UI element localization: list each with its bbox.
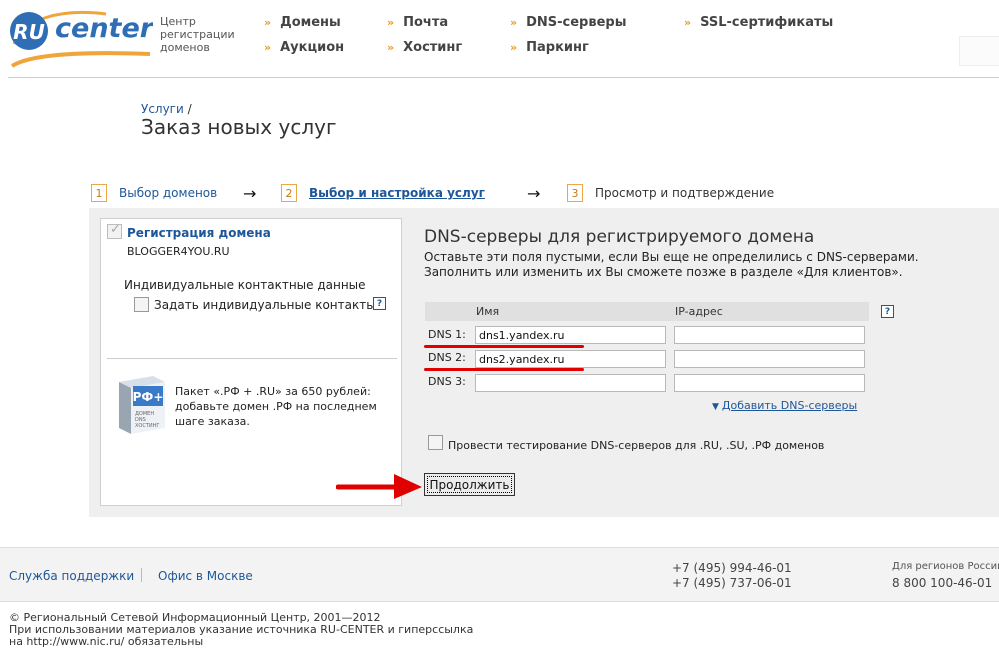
footer-support-link[interactable]: Служба поддержки: [9, 569, 134, 583]
breadcrumb-separator: /: [187, 102, 192, 116]
dns-section-title: DNS-серверы для регистрируемого домена: [424, 227, 815, 247]
ru-center-logo[interactable]: RU center: [8, 4, 153, 68]
domain-registration-title: Регистрация домена: [127, 226, 271, 240]
footer-moscow-office-link[interactable]: Офис в Москве: [158, 569, 253, 583]
dns2-label: DNS 2:: [428, 351, 466, 364]
dns2-ip-input[interactable]: [674, 350, 865, 368]
dns3-ip-input[interactable]: [674, 374, 865, 392]
footer-phone-2: +7 (495) 737-06-01: [672, 576, 792, 590]
add-dns-servers-link[interactable]: ▼ Добавить DNS-серверы: [712, 399, 857, 412]
continue-button[interactable]: Продолжить: [424, 473, 515, 496]
logo-ru-text: RU: [13, 20, 45, 44]
copyright: © Региональный Сетевой Информационный Це…: [9, 611, 474, 648]
step-arrow-icon: →: [527, 184, 541, 203]
dns-test-checkbox[interactable]: [428, 435, 443, 450]
dns1-name-input[interactable]: [475, 326, 666, 344]
step-3: 3 Просмотр и подтверждение: [567, 184, 774, 202]
triangle-down-icon: ▼: [712, 402, 719, 412]
dns2-name-input[interactable]: [475, 350, 666, 368]
header-divider: [8, 77, 999, 78]
nav-auction[interactable]: » Аукцион: [264, 40, 344, 55]
red-arrow-annotation-icon: [336, 474, 422, 499]
rf-promo-text: Пакет «.РФ + .RU» за 650 рублей: добавьт…: [175, 385, 377, 428]
step-2-number: 2: [281, 184, 297, 202]
nav-mail[interactable]: » Почта: [387, 15, 448, 30]
site-header: RU center Центр регистрации доменов » Дом…: [0, 0, 999, 80]
individual-contacts-label: Задать индивидуальные контакты: [154, 298, 376, 312]
red-underline-annotation: [424, 368, 584, 371]
nav-domains[interactable]: » Домены: [264, 15, 341, 30]
nav-hosting[interactable]: » Хостинг: [387, 40, 462, 55]
footer-region-phone: 8 800 100-46-01: [892, 576, 993, 590]
breadcrumb-services-link[interactable]: Услуги: [141, 102, 184, 116]
step-2[interactable]: 2 Выбор и настройка услуг: [281, 184, 485, 202]
breadcrumb: Услуги /: [141, 102, 192, 116]
step-arrow-icon: →: [243, 184, 257, 203]
dns-description: Оставьте эти поля пустыми, если Вы еще н…: [424, 250, 919, 279]
domain-registration-checkbox[interactable]: [107, 222, 122, 239]
dns-column-name: Имя: [470, 302, 669, 321]
footer-region-label: Для регионов России: [892, 561, 999, 572]
dns-test-label: Провести тестирование DNS-серверов для .…: [448, 439, 825, 452]
selected-services-box: [100, 218, 402, 506]
nav-parking[interactable]: » Паркинг: [510, 40, 589, 55]
svg-text:ХОСТИНГ: ХОСТИНГ: [135, 423, 159, 429]
dns-column-ip: IP-адрес: [669, 302, 869, 321]
individual-contacts-checkbox[interactable]: [134, 297, 149, 312]
dns-table-header-blank: [425, 302, 470, 321]
header-login-box: [959, 36, 999, 66]
step-3-label: Просмотр и подтверждение: [595, 186, 775, 200]
rf-badge-text: РФ+: [133, 390, 164, 404]
step-1[interactable]: 1 Выбор доменов: [91, 184, 217, 202]
domain-name: BLOGGER4YOU.RU: [127, 245, 230, 258]
left-box-divider: [107, 358, 397, 359]
step-3-number: 3: [567, 184, 583, 202]
individual-contacts-title: Индивидуальные контактные данные: [124, 278, 366, 292]
red-underline-annotation: [424, 345, 584, 348]
site-footer: [0, 547, 999, 602]
help-icon[interactable]: ?: [373, 297, 386, 310]
page-title: Заказ новых услуг: [141, 115, 337, 139]
step-1-label[interactable]: Выбор доменов: [119, 186, 217, 200]
dns1-ip-input[interactable]: [674, 326, 865, 344]
footer-separator: [141, 568, 142, 582]
rf-package-box-icon: РФ+ ДОМЕН DNS ХОСТИНГ: [119, 376, 165, 434]
footer-phone-1: +7 (495) 994-46-01: [672, 561, 792, 575]
dns-help-icon[interactable]: ?: [881, 305, 894, 318]
dns3-label: DNS 3:: [428, 375, 466, 388]
dns1-label: DNS 1:: [428, 328, 466, 341]
step-2-label[interactable]: Выбор и настройка услуг: [309, 186, 485, 200]
step-1-number: 1: [91, 184, 107, 202]
logo-tagline: Центр регистрации доменов: [160, 15, 235, 54]
dns3-name-input[interactable]: [475, 374, 666, 392]
nav-dns-servers[interactable]: » DNS-серверы: [510, 15, 626, 30]
logo-center-text: center: [55, 13, 153, 44]
nav-ssl[interactable]: » SSL-сертификаты: [684, 15, 833, 30]
